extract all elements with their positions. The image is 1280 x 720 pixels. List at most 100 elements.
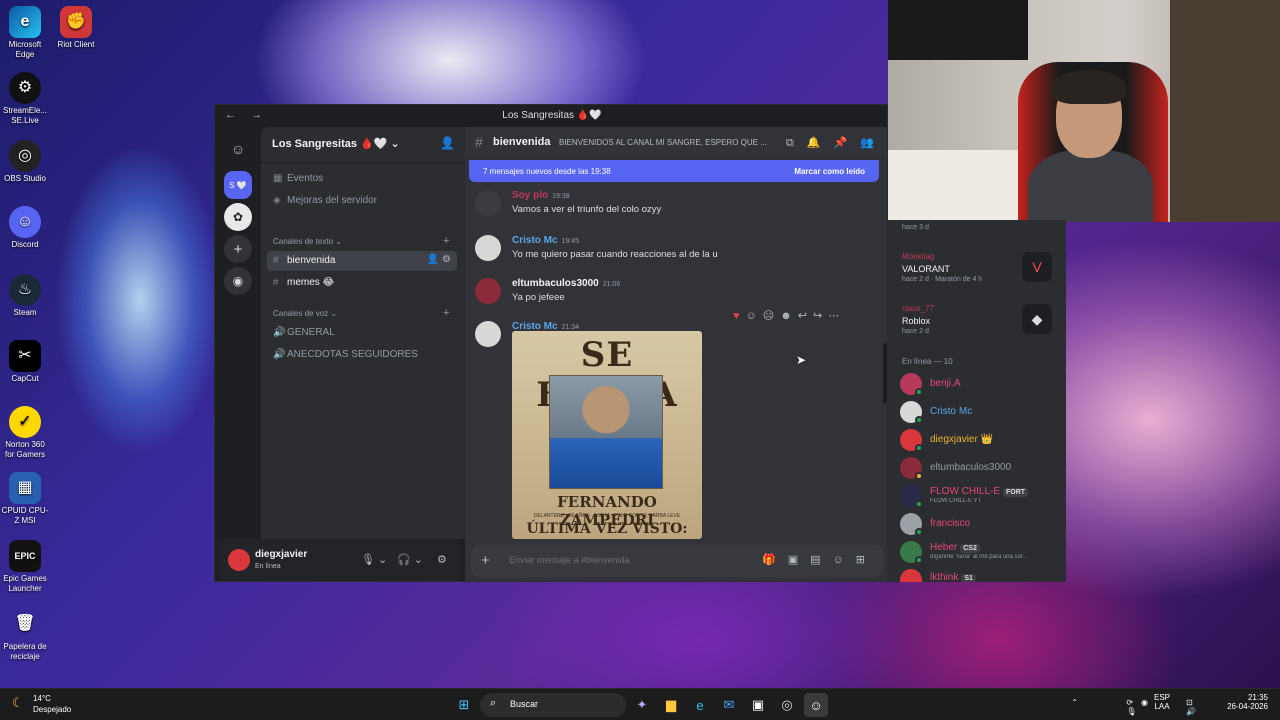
norton-desktop-icon[interactable]: ✓ Norton 360 for Gamers [0,406,50,460]
riot-client-desktop-icon[interactable]: ✊ Riot Client [51,6,101,50]
streamelements-desktop-icon[interactable]: ⚙ StreamEle... SE.Live [0,72,50,126]
crown-icon: 👑 [980,434,994,445]
more-icon[interactable]: ⋯ [828,310,845,322]
microphone-icon[interactable]: 🎙 ⌄ [361,553,387,566]
server-name: Los Sangresitas 🩸🤍 [272,138,388,150]
wanted-poster-image[interactable]: SE BUSCA FERNANDO ZAMPEDRI DELANTERO · 3… [512,331,702,539]
forward-icon[interactable]: ↪ [813,310,828,322]
message-author[interactable]: Cristo Mc 19:45 [512,235,579,246]
avatar[interactable] [475,278,501,304]
add-server-icon[interactable]: + [224,235,252,263]
taskbar: ☾ 14°C Despejado ⊞ ⌕ Buscar ✦ ▆ e ✉ ▣ ◎ ☺… [0,688,1280,720]
capcut-desktop-icon[interactable]: ✂ CapCut [0,340,50,384]
member-item[interactable]: Heber CS2 díganme "rana" al md para una so… [900,540,1060,564]
door-shape [1170,0,1280,222]
avatar [900,373,923,396]
poster-photo [549,375,663,489]
obs-desktop-icon[interactable]: ◎ OBS Studio [0,140,50,184]
avatar[interactable] [228,549,250,571]
discord-desktop-icon[interactable]: ☺ Discord [0,206,50,250]
bed-shape [888,150,1028,222]
message-text: Ya po jefeee [512,292,565,303]
add-channel-icon[interactable]: + [443,235,449,247]
chat-scrollbar[interactable] [883,343,887,403]
edge-desktop-icon[interactable]: e Microsoft Edge [0,6,50,60]
channel-settings-icon[interactable]: 👤 ⚙ [427,254,451,265]
heart-reaction-icon[interactable]: ♥ [733,310,746,322]
member-item[interactable]: francisco [900,512,1060,536]
attach-plus-icon[interactable]: + [481,552,490,569]
avatar[interactable] [475,190,501,216]
discord-taskbar-icon[interactable]: ☺ [804,693,828,717]
server-boost-item[interactable]: ◈ Mejoras del servidor [267,191,457,211]
avatar [900,513,923,536]
voice-channel-anecdotas[interactable]: 🔊 ANECDOTAS SEGUIDORES [267,345,457,365]
member-item[interactable]: Cristo Mc [900,400,1060,424]
webcam-overlay [888,0,1280,222]
avatar[interactable] [475,321,501,347]
events-item[interactable]: ▦ Eventos [267,169,457,189]
discord-window: ← → Los Sangresitas 🩸🤍 ☺ S 🤍 ✿ + ◉ Los S… [214,104,888,582]
member-item[interactable]: benji.A [900,372,1060,396]
poster-footer: ÚLTIMA VEZ VISTO: [526,521,688,537]
server-icon-sangresitas[interactable]: S 🤍 [224,171,252,199]
channel-bienvenida[interactable]: # bienvenida 👤 ⚙ [267,251,457,271]
valorant-icon: V [1022,252,1052,282]
input-toolbar-icons[interactable]: 🎁▣▤☺⊞ [762,553,877,566]
member-item[interactable]: FLOW CHILL-E FORT FLOW CHILL-E YT [900,484,1060,508]
add-voice-channel-icon[interactable]: + [443,307,449,319]
message-author[interactable]: eltumbaculos3000 21:06 [512,278,620,289]
emoji-reaction-icon[interactable]: ☺☹ [746,310,781,322]
search-icon: ⌕ [490,697,497,709]
discord-home-icon[interactable]: ☺ [224,135,252,163]
message-input[interactable]: Enviar mensaje a #bienvenida [509,555,630,565]
start-windows-icon[interactable]: ⊞ [452,693,476,717]
obs-icon[interactable]: ◎ [775,693,799,717]
message-actions-bar[interactable]: ♥☺☹☻↩↪⋯ [733,309,845,322]
avatar [900,429,923,452]
new-messages-bar[interactable]: 7 mensajes nuevos desde las 19:38 Marcar… [469,160,879,182]
mouse-cursor-icon: ➤ [796,353,807,367]
chat-area: # bienvenida BIENVENIDOS AL CANAL MI SAN… [465,127,887,581]
edge-icon[interactable]: e [688,693,712,717]
store-icon[interactable]: ▣ [746,693,770,717]
epic-games-desktop-icon[interactable]: EPIC Epic Games Launcher [0,540,50,594]
member-item[interactable]: lkthink S1 [900,568,1060,582]
add-reaction-icon[interactable]: ☻ [780,310,798,322]
member-item[interactable]: diegxjavier 👑 [900,428,1060,452]
avatar [900,485,923,508]
steam-desktop-icon[interactable]: ♨ Steam [0,274,50,318]
channel-memes[interactable]: # memes 😂 [267,273,457,293]
headphones-icon[interactable]: 🎧 ⌄ [397,553,423,566]
cs2-tag: CS2 [960,544,980,553]
reply-icon[interactable]: ↩ [798,310,813,322]
voice-channels-category[interactable]: Canales de voz ⌄ + [273,307,449,319]
avatar[interactable] [475,235,501,261]
invite-people-icon[interactable]: 👤 [440,136,455,150]
channel-topic[interactable]: BIENVENIDOS AL CANAL MI SANGRE, ESPERO Q… [559,138,781,147]
message-text: Yo me quiero pasar cuando reacciones al … [512,249,718,260]
cpuz-desktop-icon[interactable]: ▦ CPUID CPU-Z MSI [0,472,50,526]
message-author[interactable]: Soy plo 19:38 [512,190,570,201]
hoodie [1028,150,1153,222]
server-icon-2[interactable]: ✿ [224,203,252,231]
voice-channel-general[interactable]: 🔊 GENERAL [267,323,457,343]
taskbar-search[interactable]: ⌕ Buscar [480,693,626,717]
member-item[interactable]: eltumbaculos3000 [900,456,1060,480]
text-channels-category[interactable]: Canales de texto ⌄ + [273,235,449,247]
mark-read-button[interactable]: Marcar como leído [794,167,865,176]
file-explorer-icon[interactable]: ▆ [659,693,683,717]
hair [1052,70,1126,104]
header-toolbar-icons[interactable]: ⧉🔔📌👥 [786,136,887,150]
channel-sidebar: Los Sangresitas 🩸🤍 ⌄ 👤 ▦ Eventos ◈ Mejoras… [261,127,465,539]
mail-icon[interactable]: ✉ [717,693,741,717]
clock[interactable]: 21:35 26-04-2026 [1208,693,1268,711]
server-header[interactable]: Los Sangresitas 🩸🤍 ⌄ 👤 [261,127,465,163]
copilot-icon[interactable]: ✦ [630,693,654,717]
avatar [900,541,923,564]
user-settings-icon[interactable]: ⚙ [437,553,447,566]
explore-icon[interactable]: ◉ [224,267,252,295]
recycle-bin-desktop-icon[interactable]: 🗑 Papelera de reciclaje [0,608,50,662]
network-volume-icon[interactable]: ⊡🔊 [1186,698,1200,716]
tray-overflow-icon[interactable]: ⌃ [1071,698,1078,707]
